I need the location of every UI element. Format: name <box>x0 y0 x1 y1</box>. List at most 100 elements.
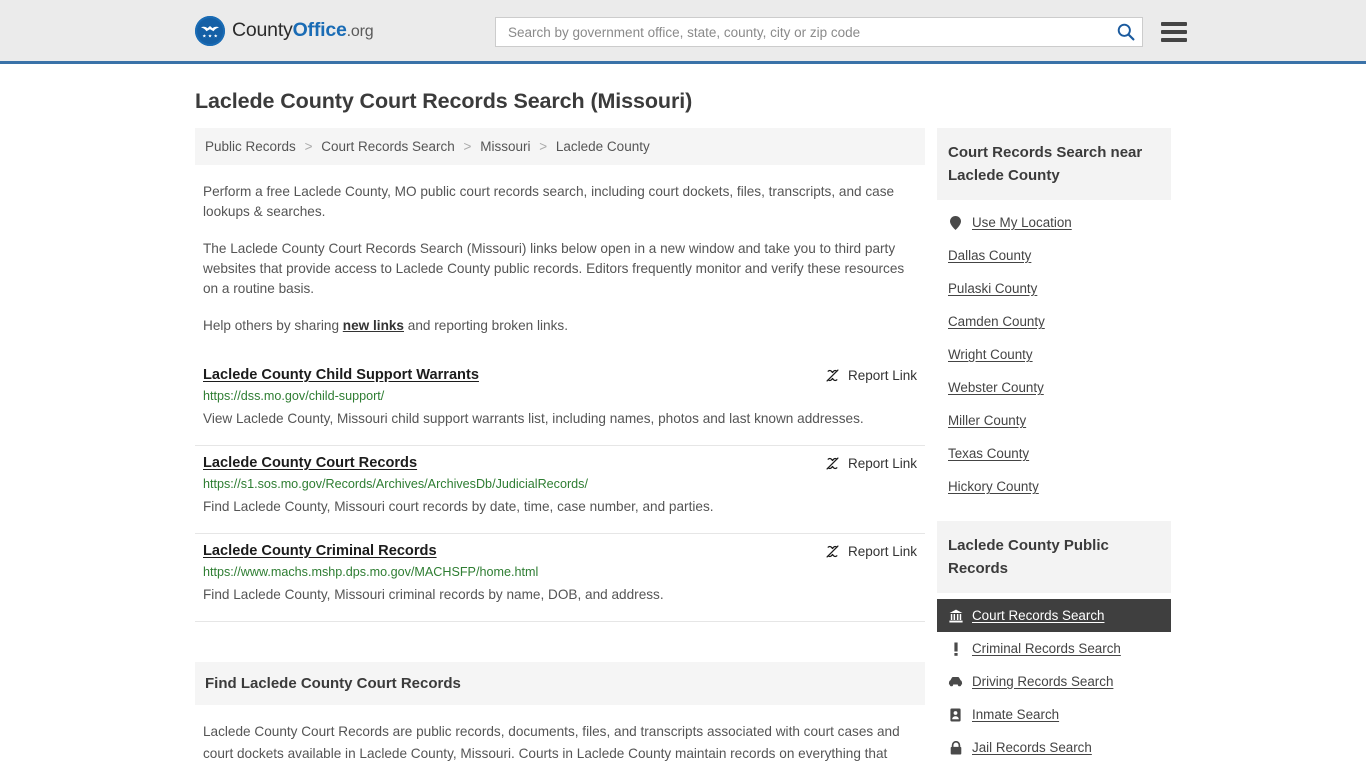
sidebar-item-jail-records-search[interactable]: Jail Records Search <box>937 731 1171 764</box>
sidebar-item-label: Camden County <box>948 314 1045 329</box>
intro-p3-after: and reporting broken links. <box>404 318 568 333</box>
sidebar-item-label: Driving Records Search <box>972 674 1114 689</box>
list-item: Laclede County Child Support Warrants Re… <box>195 358 925 446</box>
nearby-search-panel: Court Records Search near Laclede County… <box>937 128 1171 503</box>
site-logo[interactable]: CountyOffice.org <box>195 15 374 46</box>
sidebar-item-dallas-county[interactable]: Dallas County <box>937 239 1171 272</box>
car-icon <box>948 674 963 689</box>
report-link-label: Report Link <box>847 544 917 559</box>
nearby-search-list: Use My Location Dallas County Pulaski Co… <box>937 200 1171 503</box>
resource-link-description: Find Laclede County, Missouri court reco… <box>203 499 714 514</box>
sidebar-item-label: Webster County <box>948 380 1044 395</box>
public-records-list: Court Records Search Criminal Records Se… <box>937 593 1171 764</box>
sidebar-item-webster-county[interactable]: Webster County <box>937 371 1171 404</box>
sidebar-item-label: Inmate Search <box>972 707 1060 722</box>
eagle-shield-badge-icon <box>195 15 225 46</box>
sidebar-item-hickory-county[interactable]: Hickory County <box>937 470 1171 503</box>
sidebar-item-label: Criminal Records Search <box>972 641 1121 656</box>
sidebar-item-inmate-search[interactable]: Inmate Search <box>937 698 1171 731</box>
find-records-section: Find Laclede County Court Records Lacled… <box>195 662 925 768</box>
report-link-button[interactable]: Report Link <box>825 456 917 471</box>
hamburger-menu-icon[interactable] <box>1161 22 1187 42</box>
breadcrumb-item-court-records-search[interactable]: Court Records Search <box>321 139 455 154</box>
sidebar-item-label: Texas County <box>948 446 1030 461</box>
main-column: Public Records > Court Records Search > … <box>195 128 925 768</box>
id-card-icon <box>948 707 963 722</box>
hamburger-bar <box>1161 22 1187 26</box>
resource-link-title[interactable]: Laclede County Court Records <box>203 455 417 471</box>
sidebar-item-pulaski-county[interactable]: Pulaski County <box>937 272 1171 305</box>
breadcrumb-separator: > <box>463 139 472 154</box>
resource-link-title[interactable]: Laclede County Child Support Warrants <box>203 367 479 383</box>
logo-text-office: Office <box>292 19 347 41</box>
site-logo-text: CountyOffice.org <box>232 19 374 42</box>
sidebar-item-label: Hickory County <box>948 479 1039 494</box>
public-records-panel: Laclede County Public Records Court Reco… <box>937 521 1171 764</box>
sidebar-item-driving-records-search[interactable]: Driving Records Search <box>937 665 1171 698</box>
sidebar-item-label: Use My Location <box>972 215 1072 230</box>
public-records-panel-header: Laclede County Public Records <box>937 521 1171 593</box>
breadcrumb: Public Records > Court Records Search > … <box>195 128 925 165</box>
resource-link-description: View Laclede County, Missouri child supp… <box>203 411 864 426</box>
search-input[interactable] <box>506 19 1116 45</box>
breadcrumb-item-missouri[interactable]: Missouri <box>480 139 530 154</box>
intro-paragraph-3: Help others by sharing new links and rep… <box>203 316 915 336</box>
sidebar-item-wright-county[interactable]: Wright County <box>937 338 1171 371</box>
search-box[interactable] <box>495 17 1143 47</box>
breadcrumb-separator: > <box>539 139 548 154</box>
intro-paragraph-2: The Laclede County Court Records Search … <box>203 241 905 296</box>
page-body: Laclede County Court Records Search (Mis… <box>0 89 1366 768</box>
search-icon[interactable] <box>1116 22 1136 42</box>
resource-link-url[interactable]: https://www.machs.mshp.dps.mo.gov/MACHSF… <box>203 565 917 579</box>
list-item: Laclede County Criminal Records Report L… <box>195 534 925 622</box>
sidebar-item-label: Pulaski County <box>948 281 1038 296</box>
sidebar-item-camden-county[interactable]: Camden County <box>937 305 1171 338</box>
sidebar-item-label: Miller County <box>948 413 1027 428</box>
logo-text-org: .org <box>346 23 374 40</box>
header-search-area <box>495 17 1187 47</box>
find-records-header: Find Laclede County Court Records <box>195 662 925 705</box>
sidebar-item-court-records-search[interactable]: Court Records Search <box>937 599 1171 632</box>
report-link-button[interactable]: Report Link <box>825 544 917 559</box>
columns-layout: Public Records > Court Records Search > … <box>195 128 1171 768</box>
list-item: Laclede County Court Records Report Link… <box>195 446 925 534</box>
breadcrumb-item-public-records[interactable]: Public Records <box>205 139 296 154</box>
resource-link-url[interactable]: https://dss.mo.gov/child-support/ <box>203 389 917 403</box>
sidebar-item-label: Court Records Search <box>972 608 1105 623</box>
breadcrumb-separator: > <box>304 139 313 154</box>
nearby-search-panel-header: Court Records Search near Laclede County <box>937 128 1171 200</box>
lock-icon <box>948 740 963 755</box>
resource-links-list: Laclede County Child Support Warrants Re… <box>195 358 925 622</box>
resource-link-description: Find Laclede County, Missouri criminal r… <box>203 587 664 602</box>
resource-link-title[interactable]: Laclede County Criminal Records <box>203 543 437 559</box>
hamburger-bar <box>1161 38 1187 42</box>
broken-link-icon <box>825 456 840 471</box>
broken-link-icon <box>825 368 840 383</box>
find-records-body: Laclede County Court Records are public … <box>203 724 905 768</box>
sidebar-item-label: Jail Records Search <box>972 740 1092 755</box>
report-link-label: Report Link <box>847 368 917 383</box>
resource-link-url[interactable]: https://s1.sos.mo.gov/Records/Archives/A… <box>203 477 917 491</box>
page-title: Laclede County Court Records Search (Mis… <box>195 89 693 113</box>
courthouse-icon <box>948 608 963 623</box>
sidebar: Court Records Search near Laclede County… <box>937 128 1171 768</box>
map-pin-icon <box>948 215 963 230</box>
report-link-button[interactable]: Report Link <box>825 368 917 383</box>
hamburger-bar <box>1161 30 1187 34</box>
content-wrapper: Laclede County Court Records Search (Mis… <box>195 89 1171 768</box>
sidebar-item-texas-county[interactable]: Texas County <box>937 437 1171 470</box>
broken-link-icon <box>825 544 840 559</box>
new-links-link[interactable]: new links <box>343 318 404 333</box>
exclamation-icon <box>948 641 963 656</box>
sidebar-item-criminal-records-search[interactable]: Criminal Records Search <box>937 632 1171 665</box>
breadcrumb-item-laclede-county: Laclede County <box>555 139 650 154</box>
sidebar-item-use-my-location[interactable]: Use My Location <box>937 206 1171 239</box>
logo-text-county: County <box>232 19 293 41</box>
intro-p3-before: Help others by sharing <box>203 318 343 333</box>
report-link-label: Report Link <box>847 456 917 471</box>
link-entry-header: Laclede County Court Records Report Link <box>203 455 917 471</box>
sidebar-item-miller-county[interactable]: Miller County <box>937 404 1171 437</box>
intro-section: Perform a free Laclede County, MO public… <box>195 182 925 336</box>
sidebar-item-label: Wright County <box>948 347 1033 362</box>
link-entry-header: Laclede County Child Support Warrants Re… <box>203 367 917 383</box>
